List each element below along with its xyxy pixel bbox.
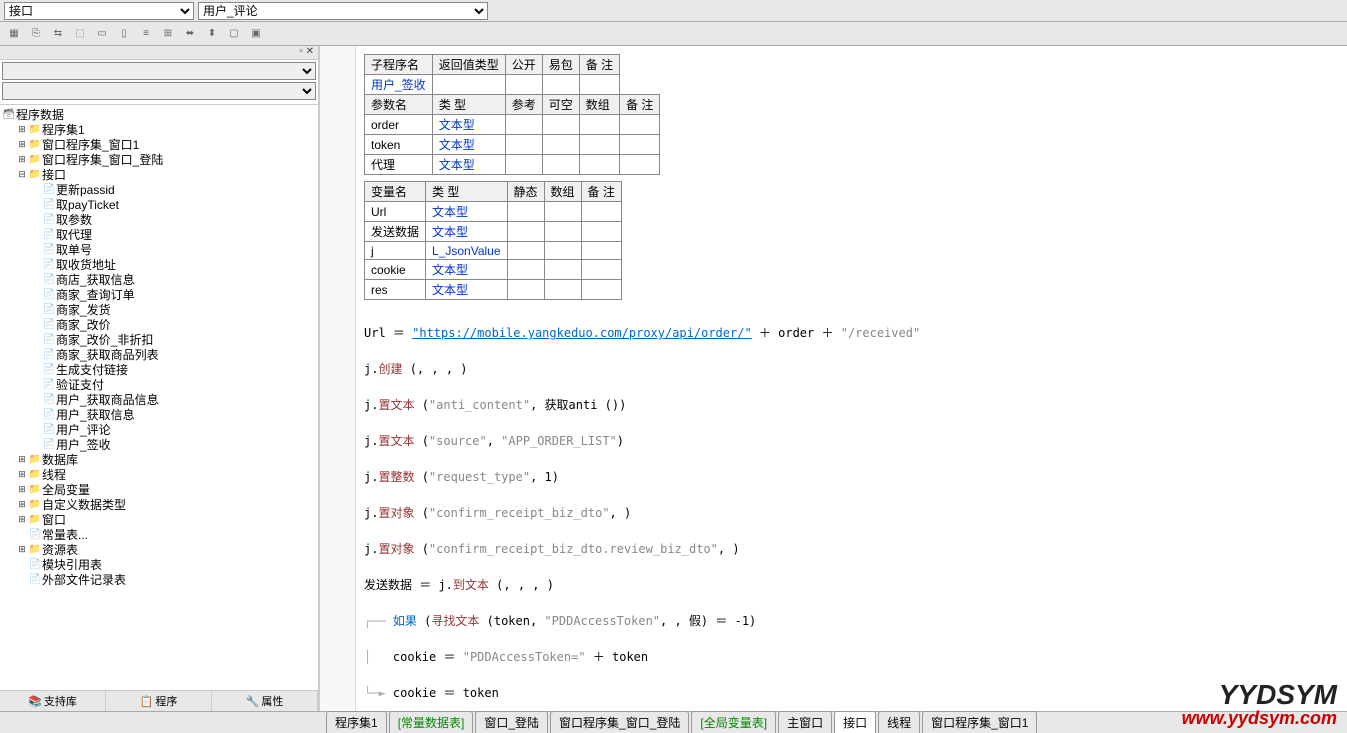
tree-item[interactable]: ⊞📁数据库 <box>2 452 316 467</box>
code-block[interactable]: Url ＝ "https://mobile.yangkeduo.com/prox… <box>364 306 1339 711</box>
tree-view[interactable]: 🗃程序数据 ⊞📁程序集1⊞📁窗口程序集_窗口1⊞📁窗口程序集_窗口_登陆⊟📁接口… <box>0 105 318 690</box>
tree-item[interactable]: ⊞📁线程 <box>2 467 316 482</box>
tree-item[interactable]: 📄取单号 <box>2 242 316 257</box>
tree-item[interactable]: ⊞📁程序集1 <box>2 122 316 137</box>
tree-item[interactable]: ⊟📁接口 <box>2 167 316 182</box>
tree-item[interactable]: 📄更新passid <box>2 182 316 197</box>
tool-icon[interactable]: ⬚ <box>70 24 90 44</box>
tree-item[interactable]: 📄商家_获取商品列表 <box>2 347 316 362</box>
tree-item[interactable]: 📄取收货地址 <box>2 257 316 272</box>
bottom-tab[interactable]: 窗口程序集_窗口_登陆 <box>550 711 689 733</box>
tool-icon[interactable]: ⬌ <box>180 24 200 44</box>
tree-item[interactable]: 📄模块引用表 <box>2 557 316 572</box>
tree-item[interactable]: ⊞📁自定义数据类型 <box>2 497 316 512</box>
sidebar-tabs: 📚支持库 📋程序 🔧属性 <box>0 690 318 711</box>
bottom-tab[interactable]: 主窗口 <box>778 711 832 733</box>
var-table: 变量名类 型静态数组备 注 Url文本型发送数据文本型jL_JsonValuec… <box>364 181 622 300</box>
tree-item[interactable]: ⊞📁全局变量 <box>2 482 316 497</box>
tree-item[interactable]: 📄用户_获取信息 <box>2 407 316 422</box>
tree-item[interactable]: 📄取payTicket <box>2 197 316 212</box>
bottom-tab[interactable]: 窗口程序集_窗口1 <box>922 711 1037 733</box>
tree-item[interactable]: 📄商家_查询订单 <box>2 287 316 302</box>
tree-item[interactable]: ⊞📁窗口程序集_窗口1 <box>2 137 316 152</box>
side-tab-property[interactable]: 🔧属性 <box>212 691 318 711</box>
bottom-tabs: 程序集1[常量数据表]窗口_登陆窗口程序集_窗口_登陆[全局变量表]主窗口接口线… <box>0 711 1347 733</box>
tree-item[interactable]: 📄生成支付链接 <box>2 362 316 377</box>
combo-sub[interactable]: 用户_评论 <box>198 2 488 20</box>
sub-name[interactable]: 用户_签收 <box>365 75 433 95</box>
side-tab-support[interactable]: 📚支持库 <box>0 691 106 711</box>
bottom-tab[interactable]: 线程 <box>878 711 920 733</box>
tool-icon[interactable]: ⬍ <box>202 24 222 44</box>
tree-item[interactable]: 📄用户_签收 <box>2 437 316 452</box>
tree-item[interactable]: 📄商店_获取信息 <box>2 272 316 287</box>
toolbar-row1: 接口 用户_评论 <box>0 0 1347 22</box>
tree-item[interactable]: 📄取参数 <box>2 212 316 227</box>
bottom-tab[interactable]: [全局变量表] <box>691 711 776 733</box>
side-combo-1[interactable] <box>2 62 316 80</box>
tree-item[interactable]: 📄验证支付 <box>2 377 316 392</box>
watermark: YYDSYM www.yydsym.com <box>1182 681 1337 727</box>
tool-icon[interactable]: ⎘ <box>26 24 46 44</box>
combo-module[interactable]: 接口 <box>4 2 194 20</box>
tree-item[interactable]: ⊞📁资源表 <box>2 542 316 557</box>
toolbar-row2: ▦ ⎘ ⇆ ⬚ ▭ ▯ ≡ ⊞ ⬌ ⬍ ▢ ▣ <box>0 22 1347 46</box>
tool-icon[interactable]: ⇆ <box>48 24 68 44</box>
tree-item[interactable]: 📄商家_发货 <box>2 302 316 317</box>
bottom-tab[interactable]: [常量数据表] <box>389 711 474 733</box>
tool-icon[interactable]: ⊞ <box>158 24 178 44</box>
bottom-tab[interactable]: 窗口_登陆 <box>475 711 548 733</box>
code-editor[interactable]: 子程序名返回值类型公开易包备 注 用户_签收 参数名类 型参考可空数组备 注 o… <box>320 46 1347 711</box>
sidebar-close-bar: ▫ ✕ <box>0 46 318 60</box>
sub-header-table: 子程序名返回值类型公开易包备 注 用户_签收 参数名类 型参考可空数组备 注 o… <box>364 54 660 175</box>
tree-item[interactable]: 📄商家_改价_非折扣 <box>2 332 316 347</box>
tree-item[interactable]: 📄常量表... <box>2 527 316 542</box>
tool-icon[interactable]: ▢ <box>224 24 244 44</box>
tree-item[interactable]: ⊞📁窗口 <box>2 512 316 527</box>
sidebar: ▫ ✕ 🗃程序数据 ⊞📁程序集1⊞📁窗口程序集_窗口1⊞📁窗口程序集_窗口_登陆… <box>0 46 320 711</box>
tree-root[interactable]: 🗃程序数据 <box>2 107 316 122</box>
tree-item[interactable]: 📄商家_改价 <box>2 317 316 332</box>
tool-icon[interactable]: ▣ <box>246 24 266 44</box>
editor-gutter <box>320 46 356 711</box>
tool-icon[interactable]: ▯ <box>114 24 134 44</box>
tool-icon[interactable]: ▦ <box>4 24 24 44</box>
bottom-tab[interactable]: 程序集1 <box>326 711 387 733</box>
tool-icon[interactable]: ▭ <box>92 24 112 44</box>
tree-item[interactable]: ⊞📁窗口程序集_窗口_登陆 <box>2 152 316 167</box>
tool-icon[interactable]: ≡ <box>136 24 156 44</box>
tree-item[interactable]: 📄外部文件记录表 <box>2 572 316 587</box>
tree-item[interactable]: 📄用户_评论 <box>2 422 316 437</box>
side-tab-program[interactable]: 📋程序 <box>106 691 212 711</box>
tree-item[interactable]: 📄取代理 <box>2 227 316 242</box>
tree-item[interactable]: 📄用户_获取商品信息 <box>2 392 316 407</box>
side-combo-2[interactable] <box>2 82 316 100</box>
bottom-tab[interactable]: 接口 <box>834 711 876 733</box>
